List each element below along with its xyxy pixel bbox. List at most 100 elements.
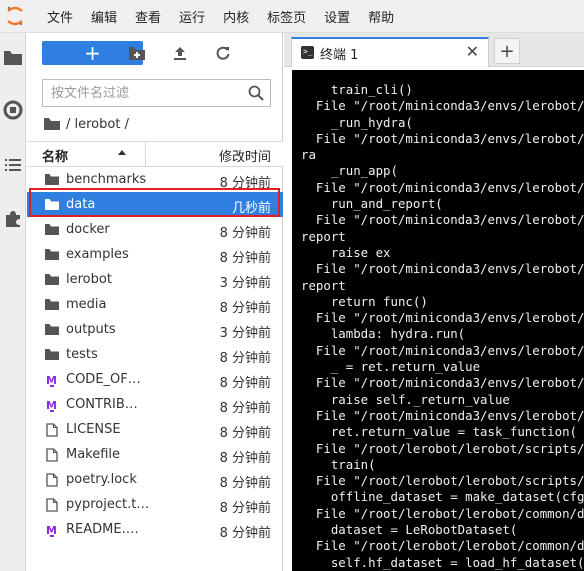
terminal-line: offline_dataset = make_dataset(cfg bbox=[301, 489, 584, 505]
terminal-line: train_cli() bbox=[301, 82, 413, 97]
column-divider[interactable] bbox=[145, 142, 146, 166]
file-name: examples bbox=[66, 247, 129, 262]
file-name: docker bbox=[66, 222, 110, 237]
terminal-output[interactable]: train_cli() File "/root/miniconda3/envs/… bbox=[292, 70, 584, 571]
file-modified-time: 3 分钟前 bbox=[219, 276, 271, 291]
menu-tabs[interactable]: 标签页 bbox=[267, 7, 306, 26]
menu-settings[interactable]: 设置 bbox=[324, 7, 350, 26]
file-filter-input[interactable] bbox=[43, 80, 238, 106]
folder-icon bbox=[45, 348, 59, 361]
file-icon bbox=[45, 447, 59, 462]
menu-bar: 文件 编辑 查看 运行 内核 标签页 设置 帮助 bbox=[0, 0, 584, 33]
file-row[interactable]: poetry.lock 8 分钟前 bbox=[27, 467, 283, 492]
file-modified-time: 8 分钟前 bbox=[219, 476, 271, 491]
markdown-icon: M bbox=[45, 523, 59, 537]
terminal-line: File "/root/miniconda3/envs/lerobot/ bbox=[301, 179, 584, 195]
file-toolbar: + bbox=[27, 33, 283, 73]
file-name: CODE_OF… bbox=[66, 372, 141, 387]
file-row[interactable]: media 8 分钟前 bbox=[27, 292, 283, 317]
file-filter-field bbox=[42, 79, 271, 107]
sort-ascending-icon[interactable] bbox=[118, 150, 126, 155]
folder-icon[interactable] bbox=[44, 118, 60, 130]
terminal-line: _run_app( bbox=[301, 163, 398, 179]
terminal-line: File "/root/miniconda3/envs/lerobot/ bbox=[301, 212, 584, 228]
menu-run[interactable]: 运行 bbox=[179, 7, 205, 26]
file-row[interactable]: data 几秒前 bbox=[27, 192, 283, 217]
file-modified-time: 8 分钟前 bbox=[219, 176, 271, 191]
file-modified-time: 3 分钟前 bbox=[219, 326, 271, 341]
file-row[interactable]: examples 8 分钟前 bbox=[27, 242, 283, 267]
menu-file[interactable]: 文件 bbox=[47, 7, 73, 26]
folder-icon bbox=[45, 273, 59, 286]
terminal-line: File "/root/lerobot/lerobot/scripts/ bbox=[301, 440, 584, 456]
activity-rail bbox=[0, 33, 26, 571]
terminal-line: dataset = LeRobotDataset( bbox=[301, 522, 518, 538]
terminal-line: File "/root/lerobot/lerobot/common/d bbox=[301, 538, 584, 554]
file-row[interactable]: Makefile 8 分钟前 bbox=[27, 442, 283, 467]
file-name: lerobot bbox=[66, 272, 112, 287]
folder-icon[interactable] bbox=[3, 48, 23, 68]
file-row[interactable]: tests 8 分钟前 bbox=[27, 342, 283, 367]
file-list-header: 名称 修改时间 bbox=[27, 141, 283, 167]
menu-view[interactable]: 查看 bbox=[135, 7, 161, 26]
file-modified-time: 8 分钟前 bbox=[219, 401, 271, 416]
terminal-line: File "/root/lerobot/lerobot/scripts/ bbox=[301, 473, 584, 489]
terminal-line: return func() bbox=[301, 293, 428, 309]
file-row[interactable]: M README.… 8 分钟前 bbox=[27, 517, 283, 542]
file-row[interactable]: M CODE_OF… 8 分钟前 bbox=[27, 367, 283, 392]
file-row[interactable]: LICENSE 8 分钟前 bbox=[27, 417, 283, 442]
folder-icon bbox=[45, 298, 59, 311]
breadcrumb-path[interactable]: / lerobot / bbox=[66, 117, 129, 132]
terminal-line: ret.return_value = task_function( bbox=[301, 424, 578, 440]
file-icon bbox=[45, 422, 59, 437]
folder-icon bbox=[45, 223, 59, 236]
breadcrumb: / lerobot / bbox=[44, 115, 129, 133]
file-name: Makefile bbox=[66, 447, 121, 462]
extension-icon[interactable] bbox=[3, 209, 23, 229]
file-name: benchmarks bbox=[66, 172, 147, 187]
terminal-line: report bbox=[301, 228, 346, 244]
table-of-contents-icon[interactable] bbox=[3, 155, 23, 175]
close-icon[interactable]: ✕ bbox=[466, 42, 479, 61]
new-folder-icon[interactable] bbox=[127, 43, 147, 63]
file-name: LICENSE bbox=[66, 422, 121, 437]
terminal-line: raise ex bbox=[301, 244, 391, 260]
upload-icon[interactable] bbox=[170, 43, 190, 63]
file-row[interactable]: outputs 3 分钟前 bbox=[27, 317, 283, 342]
file-row[interactable]: docker 8 分钟前 bbox=[27, 217, 283, 242]
terminal-line: File "/root/miniconda3/envs/lerobot/ bbox=[301, 261, 584, 277]
file-row[interactable]: lerobot 3 分钟前 bbox=[27, 267, 283, 292]
terminal-icon: >_ bbox=[301, 46, 314, 59]
file-modified-time: 8 分钟前 bbox=[219, 301, 271, 316]
column-name-header[interactable]: 名称 bbox=[42, 146, 68, 165]
terminal-line: train( bbox=[301, 456, 376, 472]
file-modified-time: 8 分钟前 bbox=[219, 376, 271, 391]
add-tab-button[interactable]: + bbox=[494, 38, 520, 64]
terminal-line: File "/root/miniconda3/envs/lerobot/ bbox=[301, 130, 584, 146]
tab-terminal-1[interactable]: >_ 终端 1 ✕ bbox=[291, 37, 489, 67]
terminal-line: lambda: hydra.run( bbox=[301, 326, 466, 342]
file-icon bbox=[45, 497, 59, 512]
file-name: outputs bbox=[66, 322, 116, 337]
file-modified-time: 8 分钟前 bbox=[219, 351, 271, 366]
menu-kernel[interactable]: 内核 bbox=[223, 7, 249, 26]
file-row[interactable]: pyproject.t… 8 分钟前 bbox=[27, 492, 283, 517]
search-icon[interactable] bbox=[248, 85, 264, 101]
running-sessions-icon[interactable] bbox=[3, 100, 23, 120]
refresh-icon[interactable] bbox=[213, 43, 233, 63]
file-name: README.… bbox=[66, 522, 139, 537]
file-row[interactable]: benchmarks 8 分钟前 bbox=[27, 167, 283, 192]
terminal-line: _run_hydra( bbox=[301, 114, 413, 130]
file-row[interactable]: M CONTRIB… 8 分钟前 bbox=[27, 392, 283, 417]
file-browser: + / lerobot / 名称 修改时间 benchmarks8 分钟前dat… bbox=[27, 33, 283, 571]
file-name: pyproject.t… bbox=[66, 497, 150, 512]
column-modified-header[interactable]: 修改时间 bbox=[219, 146, 271, 165]
file-modified-time: 8 分钟前 bbox=[219, 251, 271, 266]
menu-help[interactable]: 帮助 bbox=[368, 7, 394, 26]
terminal-line: raise self._return_value bbox=[301, 391, 510, 407]
jupyter-logo-icon bbox=[2, 3, 28, 29]
menu-edit[interactable]: 编辑 bbox=[91, 7, 117, 26]
file-modified-time: 8 分钟前 bbox=[219, 426, 271, 441]
terminal-line: File "/root/miniconda3/envs/lerobot/ bbox=[301, 98, 584, 114]
file-list: benchmarks 8 分钟前 data 几秒前 docker 8 分钟前 example… bbox=[27, 167, 283, 542]
